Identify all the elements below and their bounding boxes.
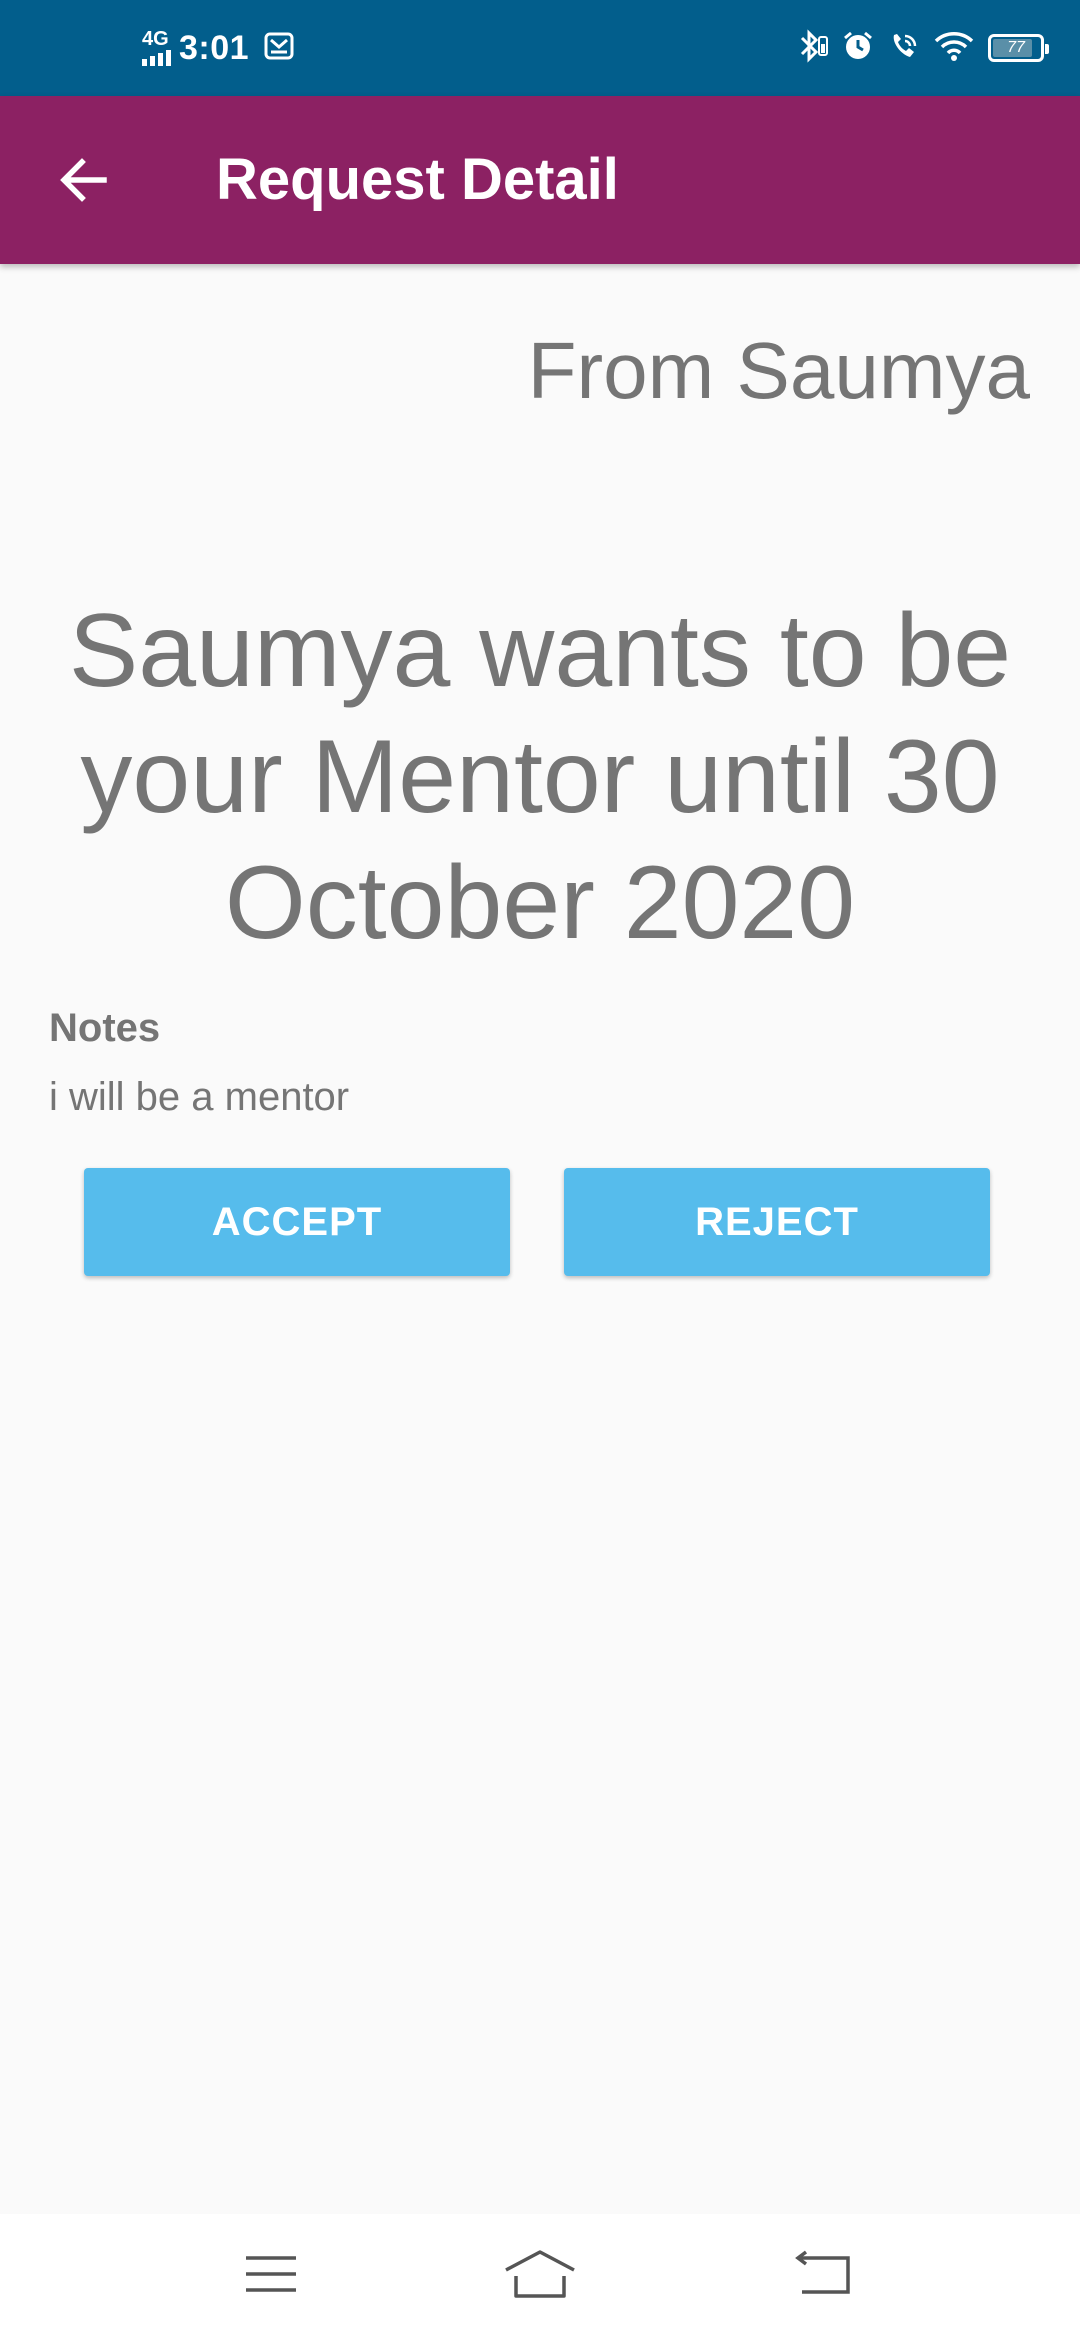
wifi-icon — [934, 30, 974, 67]
status-time: 3:01 — [179, 28, 250, 67]
status-bar-left: 4G 3:01 — [142, 0, 295, 96]
battery-level: 77 — [1007, 39, 1025, 56]
status-bar-right: 77 — [798, 0, 1049, 96]
request-message: Saumya wants to be your Mentor until 30 … — [68, 593, 1012, 961]
back-nav-button[interactable] — [774, 2234, 874, 2314]
accept-button[interactable]: ACCEPT — [84, 1168, 510, 1276]
navigation-bar — [0, 2214, 1080, 2340]
battery-icon: 77 — [988, 34, 1049, 62]
home-icon — [505, 2250, 575, 2298]
app-bar: Request Detail — [0, 96, 1080, 264]
wifi-call-icon — [888, 30, 920, 67]
notes-text: i will be a mentor — [49, 1075, 350, 1119]
back-icon — [795, 2250, 850, 2294]
arrow-left-icon — [60, 158, 107, 202]
menu-icon — [246, 2256, 296, 2292]
alarm-icon — [842, 30, 874, 67]
status-bar: 4G 3:01 77 — [0, 0, 1080, 96]
back-button[interactable] — [42, 138, 126, 222]
signal-icon: 4G — [142, 28, 171, 66]
request-from: From Saumya — [527, 326, 1030, 415]
notes-label: Notes — [49, 1006, 161, 1050]
home-button[interactable] — [490, 2234, 590, 2314]
page-title: Request Detail — [216, 147, 619, 212]
network-type: 4G — [142, 28, 169, 50]
reject-button[interactable]: REJECT — [564, 1168, 990, 1276]
menu-button[interactable] — [221, 2234, 321, 2314]
bluetooth-icon — [798, 28, 828, 68]
mail-icon — [263, 30, 295, 67]
